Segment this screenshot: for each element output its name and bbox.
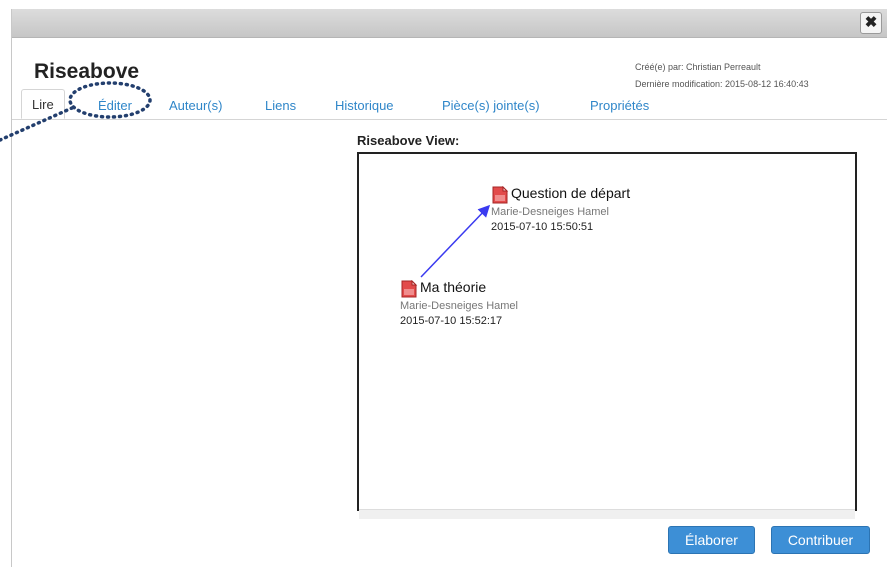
tab-read[interactable]: Lire — [21, 89, 65, 119]
contribute-button[interactable]: Contribuer — [771, 526, 870, 554]
tab-properties[interactable]: Propriétés — [590, 98, 649, 113]
note-author: Marie-Desneiges Hamel — [400, 300, 518, 312]
page-title: Riseabove — [34, 60, 140, 83]
note-date: 2015-07-10 15:52:17 — [400, 315, 503, 327]
note-metadata: Créé(e) par: Christian Perreault Dernièr… — [635, 59, 809, 93]
build-on-button[interactable]: Élaborer — [668, 526, 755, 554]
tab-authors[interactable]: Auteur(s) — [169, 98, 222, 113]
tab-attachments[interactable]: Pièce(s) jointe(s) — [442, 98, 540, 113]
tab-history[interactable]: Historique — [335, 98, 394, 113]
tab-edit[interactable]: Éditer — [98, 98, 132, 113]
tab-bar: Lire Éditer Auteur(s) Liens Historique P… — [12, 89, 887, 120]
created-by-text: Créé(e) par: Christian Perreault — [635, 62, 761, 72]
tab-links[interactable]: Liens — [265, 98, 296, 113]
note-name[interactable]: Ma théorie — [420, 279, 486, 295]
note-author: Marie-Desneiges Hamel — [491, 206, 609, 218]
canvas-scrollbar[interactable] — [359, 509, 855, 519]
note-icon — [401, 280, 418, 298]
window-titlebar[interactable]: ✖ — [12, 9, 887, 38]
riseabove-view-label: Riseabove View: — [357, 133, 460, 148]
note-name[interactable]: Question de départ — [511, 185, 630, 201]
note-icon — [492, 186, 509, 204]
close-icon[interactable]: ✖ — [860, 12, 882, 34]
note-date: 2015-07-10 15:50:51 — [491, 221, 594, 233]
